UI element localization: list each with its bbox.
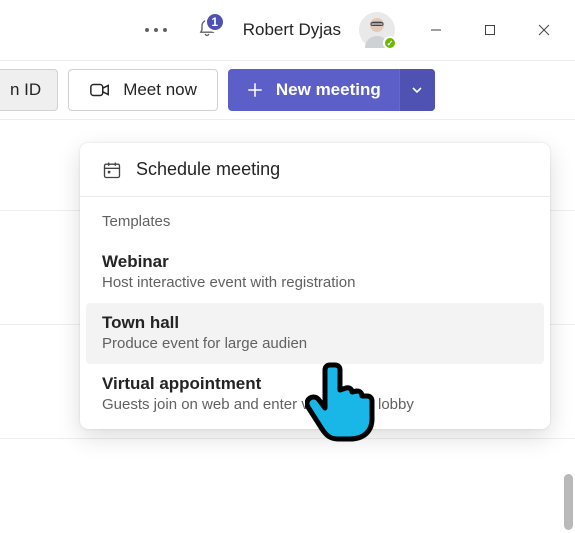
template-subtitle: Produce event for large audien (102, 335, 528, 352)
window-close-button[interactable] (521, 10, 567, 50)
plus-icon (246, 81, 264, 99)
meet-now-button[interactable]: Meet now (68, 69, 218, 111)
notification-badge: 1 (205, 12, 225, 32)
window-minimize-button[interactable] (413, 10, 459, 50)
presence-available-icon (383, 36, 397, 50)
new-meeting-split-button[interactable]: New meeting (228, 69, 435, 111)
schedule-meeting-label: Schedule meeting (136, 159, 280, 180)
title-bar: 1 Robert Dyjas (0, 0, 575, 60)
template-virtual-appointment[interactable]: Virtual appointment Guests join on web a… (80, 364, 550, 425)
template-title: Virtual appointment (102, 374, 528, 394)
chevron-down-icon (411, 84, 423, 96)
template-subtitle: Host interactive event with registration (102, 274, 528, 291)
meet-now-label: Meet now (123, 80, 197, 100)
template-webinar[interactable]: Webinar Host interactive event with regi… (80, 242, 550, 303)
video-icon (89, 79, 111, 101)
vertical-scrollbar-thumb[interactable] (564, 474, 573, 530)
template-title: Webinar (102, 252, 528, 272)
calendar-toolbar: n ID Meet now New meeting (0, 60, 575, 120)
calendar-icon (102, 160, 122, 180)
activity-button[interactable]: 1 (189, 18, 225, 43)
new-meeting-button[interactable]: New meeting (228, 80, 399, 100)
user-avatar[interactable] (359, 12, 395, 48)
template-title: Town hall (102, 313, 528, 333)
template-town-hall[interactable]: Town hall Produce event for large audien (86, 303, 544, 364)
template-subtitle: Guests join on web and enter via tailore… (102, 396, 528, 413)
window-maximize-button[interactable] (467, 10, 513, 50)
schedule-meeting-item[interactable]: Schedule meeting (80, 143, 550, 196)
more-options-button[interactable] (131, 28, 181, 32)
new-meeting-dropdown-menu: Schedule meeting Templates Webinar Host … (80, 143, 550, 429)
new-meeting-label: New meeting (276, 80, 381, 100)
new-meeting-dropdown-button[interactable] (399, 69, 435, 111)
join-with-id-button[interactable]: n ID (0, 69, 58, 111)
user-name-label: Robert Dyjas (233, 20, 351, 40)
templates-section-label: Templates (80, 197, 550, 242)
